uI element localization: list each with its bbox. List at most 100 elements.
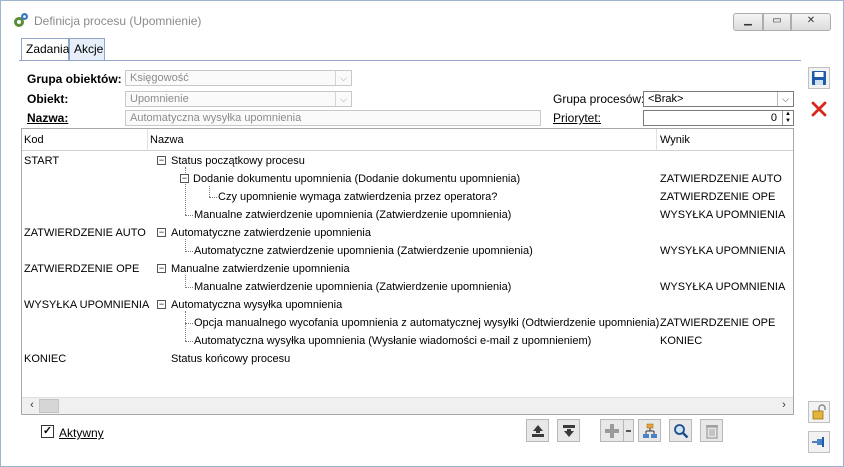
trash-icon xyxy=(706,425,718,439)
table-row[interactable]: START − Status początkowy procesu xyxy=(22,152,793,170)
move-down-button[interactable] xyxy=(557,419,580,442)
close-icon: ✕ xyxy=(806,15,816,26)
row-nazwa: Automatyczna wysyłka upomnienia xyxy=(171,299,343,311)
add-menu-button[interactable] xyxy=(623,419,634,442)
table-row[interactable]: ZATWIERDZENIE AUTO − Automatyczne zatwie… xyxy=(22,224,793,242)
grupa-obiektow-select[interactable]: Księgowość ⌵ xyxy=(125,70,352,86)
row-nazwa: Manualne zatwierdzenie upomnienia (Zatwi… xyxy=(194,209,512,221)
aktywny-label: Aktywny xyxy=(59,426,104,440)
row-wynik: ZATWIERDZENIE OPE xyxy=(660,191,776,203)
horizontal-scrollbar[interactable]: ‹ › xyxy=(22,397,793,414)
table-row[interactable]: Automatyczne zatwierdzenie upomnienia (Z… xyxy=(22,242,793,260)
column-header-wynik[interactable]: Wynik xyxy=(660,134,690,146)
table-row[interactable]: WYSYŁKA UPOMNIENIA − Automatyczna wysyłk… xyxy=(22,296,793,314)
maximize-icon: ▭ xyxy=(772,15,782,26)
table-row[interactable]: KONIEC Status końcowy procesu xyxy=(22,350,793,368)
hierarchy-button[interactable] xyxy=(638,419,661,442)
pin-button[interactable] xyxy=(808,431,830,453)
app-gears-icon xyxy=(14,13,28,27)
delete-icon xyxy=(811,101,827,117)
row-wynik: ZATWIERDZENIE OPE xyxy=(660,317,776,329)
row-wynik: WYSYŁKA UPOMNIENIA xyxy=(660,245,786,257)
grupa-procesow-select[interactable]: <Brak> ⌵ xyxy=(643,91,794,107)
row-wynik: WYSYŁKA UPOMNIENIA xyxy=(660,281,786,293)
tab-zadania[interactable]: Zadania xyxy=(21,38,69,61)
priorytet-value: 0 xyxy=(770,112,777,124)
scroll-left-icon[interactable]: ‹ xyxy=(24,399,40,413)
title-bar: Definicja procesu (Upomnienie) ▁ ▭ ✕ xyxy=(1,1,843,37)
aktywny-checkbox[interactable]: ✓ xyxy=(41,425,54,438)
nazwa-input[interactable]: Automatyczna wysyłka upomnienia xyxy=(125,110,541,126)
row-kod: START xyxy=(24,155,60,167)
collapse-icon[interactable]: − xyxy=(157,228,166,237)
move-up-icon xyxy=(532,425,544,437)
save-button[interactable] xyxy=(808,67,830,89)
row-nazwa: Automatyczne zatwierdzenie upomnienia xyxy=(171,227,371,239)
row-wynik: WYSYŁKA UPOMNIENIA xyxy=(660,209,786,221)
tree-line xyxy=(185,215,193,216)
collapse-icon[interactable]: − xyxy=(157,300,166,309)
priorytet-input[interactable]: 0 ▲ ▼ xyxy=(643,110,794,126)
process-definition-window: Definicja procesu (Upomnienie) ▁ ▭ ✕ Zad… xyxy=(0,0,844,467)
table-row[interactable]: ZATWIERDZENIE OPE − Manualne zatwierdzen… xyxy=(22,260,793,278)
tree-line xyxy=(209,197,217,198)
obiekt-select[interactable]: Upomnienie ⌵ xyxy=(125,91,352,107)
column-separator xyxy=(656,129,657,151)
tree-line xyxy=(185,251,193,252)
obiekt-label: Obiekt: xyxy=(27,92,69,106)
tab-akcje[interactable]: Akcje xyxy=(69,38,105,60)
chevron-down-icon: ⌵ xyxy=(777,92,793,106)
collapse-icon[interactable]: − xyxy=(157,264,166,273)
move-up-button[interactable] xyxy=(526,419,549,442)
tree-line xyxy=(185,323,193,324)
row-wynik: KONIEC xyxy=(660,335,703,347)
delete-button[interactable] xyxy=(808,98,830,120)
minimize-button[interactable]: ▁ xyxy=(733,13,763,31)
minimize-icon: ▁ xyxy=(744,15,752,26)
table-row[interactable]: Czy upomnienie wymaga zatwierdzenia prze… xyxy=(22,188,793,206)
minus-icon xyxy=(626,430,631,432)
scrollbar-thumb[interactable] xyxy=(39,399,59,413)
table-row[interactable]: Manualne zatwierdzenie upomnienia (Zatwi… xyxy=(22,206,793,224)
priorytet-label: Priorytet: xyxy=(553,111,602,125)
row-nazwa: Czy upomnienie wymaga zatwierdzenia prze… xyxy=(218,191,498,203)
padlock-icon xyxy=(812,404,826,420)
collapse-icon[interactable]: − xyxy=(180,174,189,183)
add-button[interactable] xyxy=(600,419,623,442)
row-kod: KONIEC xyxy=(24,353,67,365)
add-icon xyxy=(605,424,619,438)
row-nazwa: Automatyczna wysyłka upomnienia (Wysłani… xyxy=(194,335,592,347)
magnifier-icon xyxy=(674,424,689,439)
table-row[interactable]: − Dodanie dokumentu upomnienia (Dodanie … xyxy=(22,170,793,188)
row-kod: WYSYŁKA UPOMNIENIA xyxy=(24,299,150,311)
table-row[interactable]: Opcja manualnego wycofania upomnienia z … xyxy=(22,314,793,332)
tasks-grid: Kod Nazwa Wynik START − Status początkow… xyxy=(21,128,794,415)
table-row[interactable]: Manualne zatwierdzenie upomnienia (Zatwi… xyxy=(22,278,793,296)
grupa-obiektow-label: Grupa obiektów: xyxy=(27,72,122,86)
close-button[interactable]: ✕ xyxy=(791,13,831,31)
row-nazwa: Status początkowy procesu xyxy=(171,155,305,167)
nazwa-label: Nazwa: xyxy=(27,111,69,125)
row-nazwa: Automatyczne zatwierdzenie upomnienia (Z… xyxy=(194,245,533,257)
chevron-down-icon: ⌵ xyxy=(335,92,351,106)
column-header-kod[interactable]: Kod xyxy=(24,134,44,146)
trash-button[interactable] xyxy=(700,419,723,442)
obiekt-value: Upomnienie xyxy=(130,93,189,105)
tree-line xyxy=(185,341,193,342)
scroll-right-icon[interactable]: › xyxy=(776,399,792,413)
lock-button[interactable] xyxy=(808,401,830,423)
move-down-icon xyxy=(563,425,575,437)
row-nazwa: Manualne zatwierdzenie upomnienia xyxy=(171,263,350,275)
spinner-icon[interactable]: ▲ ▼ xyxy=(782,111,793,125)
tree-line xyxy=(185,287,193,288)
grid-header: Kod Nazwa Wynik xyxy=(22,129,793,151)
collapse-icon[interactable]: − xyxy=(157,156,166,165)
grupa-procesow-label: Grupa procesów: xyxy=(553,92,645,106)
chevron-down-icon: ⌵ xyxy=(335,71,351,85)
table-row[interactable]: Automatyczna wysyłka upomnienia (Wysłani… xyxy=(22,332,793,350)
save-icon xyxy=(812,71,826,85)
maximize-button[interactable]: ▭ xyxy=(763,13,791,31)
preview-button[interactable] xyxy=(669,419,692,442)
hierarchy-icon xyxy=(643,423,657,438)
column-header-nazwa[interactable]: Nazwa xyxy=(150,134,184,146)
